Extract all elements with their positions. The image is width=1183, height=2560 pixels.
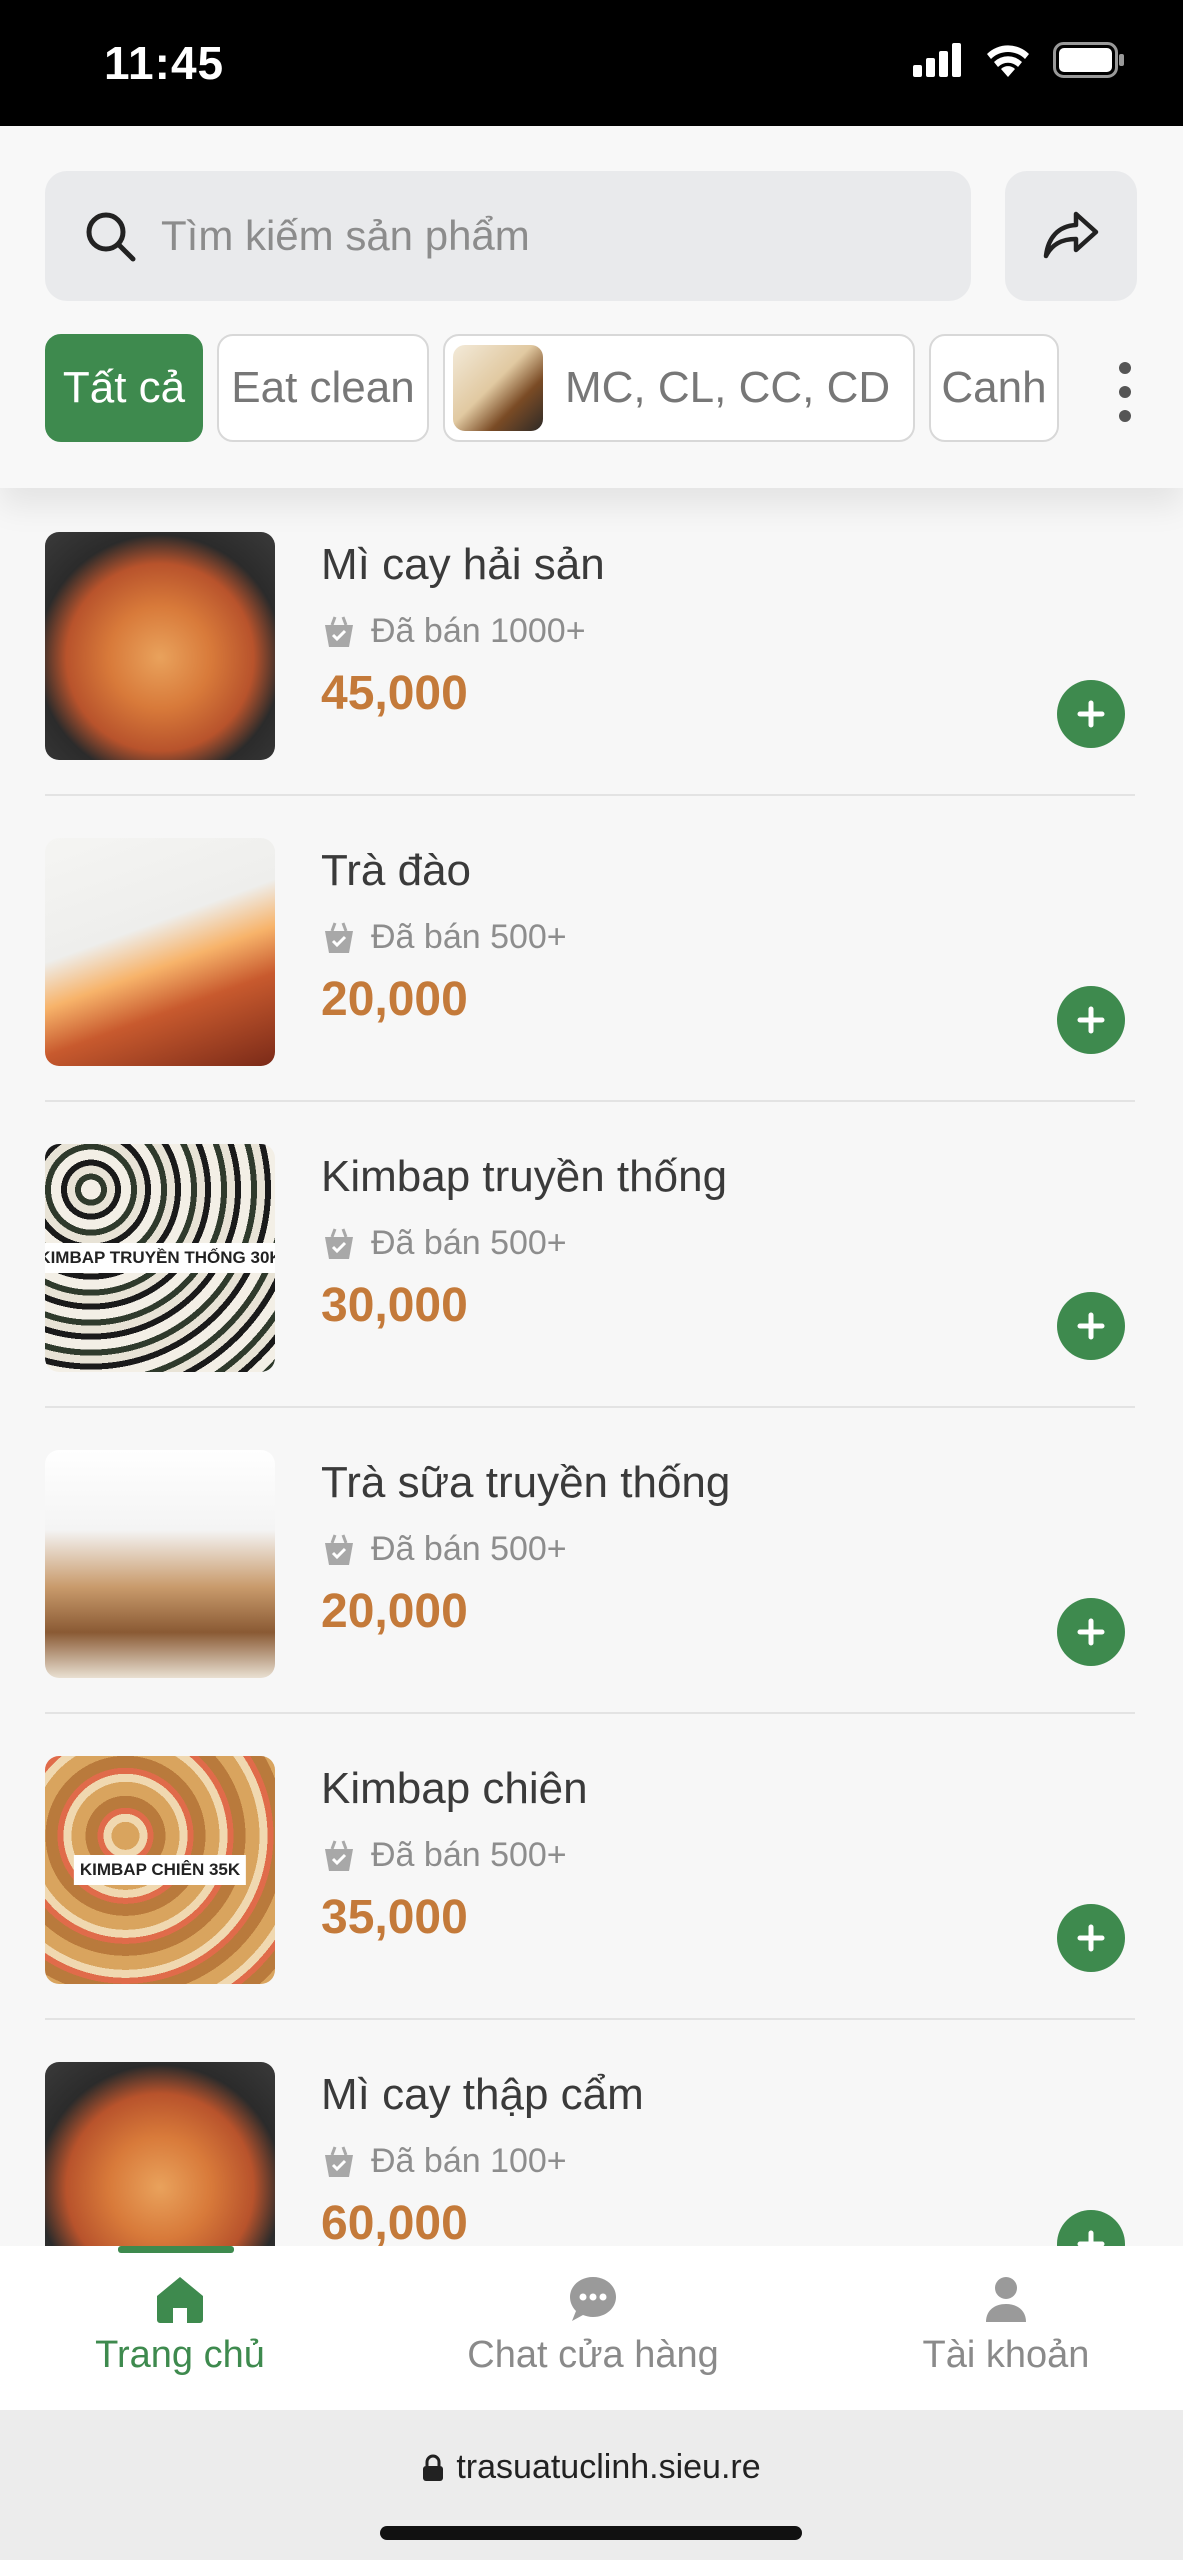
status-bar: 11:45 [0, 0, 1183, 126]
product-list: Mì cay hải sản Đã bán 1000+ 45,000 Trà đ… [0, 490, 1183, 2246]
category-tab-canh[interactable]: Canh [929, 334, 1059, 442]
category-tab-label: Eat clean [231, 363, 415, 412]
product-sold-text: Đã bán 500+ [371, 1224, 567, 1262]
status-time: 11:45 [104, 37, 225, 89]
home-indicator[interactable] [380, 2526, 802, 2540]
product-image: KIMBAP TRUYỀN THỐNG 30K [45, 1144, 275, 1372]
basket-icon [325, 921, 353, 953]
plus-icon [1077, 1924, 1105, 1952]
chat-icon [570, 2277, 616, 2321]
product-price: 35,000 [321, 1891, 468, 1944]
product-image: KIMBAP CHIÊN 35K [45, 1756, 275, 1984]
search-icon [86, 212, 136, 262]
active-tab-indicator [118, 2246, 234, 2253]
plus-icon [1077, 700, 1105, 728]
share-button[interactable] [1005, 171, 1137, 301]
product-item[interactable]: Trà đào Đã bán 500+ 20,000 [45, 796, 1135, 1102]
product-sold-text: Đã bán 500+ [371, 918, 567, 956]
product-name: Kimbap truyền thống [321, 1152, 728, 1201]
header: Tất cả Eat clean MC, CL, CC, CD Canh [0, 126, 1183, 488]
category-thumbnail [453, 345, 543, 431]
product-name: Kimbap chiên [321, 1764, 588, 1813]
nav-home[interactable]: Trang chủ [0, 2274, 377, 2377]
more-options-icon[interactable] [1107, 362, 1143, 422]
wifi-icon [987, 45, 1029, 77]
nav-account[interactable]: Tài khoản [809, 2274, 1183, 2377]
bottom-nav: Trang chủ Chat cửa hàng Tài khoản [0, 2246, 1183, 2410]
share-icon [1043, 211, 1099, 259]
product-sold-text: Đã bán 500+ [371, 1836, 567, 1874]
product-image-label: KIMBAP CHIÊN 35K [73, 1855, 247, 1885]
lock-icon [423, 2454, 444, 2481]
category-tab-mc-cl-cc-cd[interactable]: MC, CL, CC, CD [443, 334, 915, 442]
url-text: trasuatuclinh.sieu.re [456, 2448, 761, 2486]
product-image [45, 532, 275, 760]
add-to-cart-button[interactable] [1057, 1598, 1125, 1666]
category-tab-label: Canh [941, 363, 1047, 412]
plus-icon [1077, 1312, 1105, 1340]
url-bar[interactable]: trasuatuclinh.sieu.re [0, 2448, 1183, 2487]
product-price: 20,000 [321, 1585, 468, 1638]
basket-icon [325, 1839, 353, 1871]
product-item[interactable]: Trà sữa truyền thống Đã bán 500+ 20,000 [45, 1408, 1135, 1714]
product-sold: Đã bán 500+ [321, 1224, 567, 1263]
basket-icon [325, 2145, 353, 2177]
browser-bar: trasuatuclinh.sieu.re [0, 2410, 1183, 2560]
product-sold: Đã bán 100+ [321, 2142, 567, 2181]
product-image [45, 838, 275, 1066]
product-item[interactable]: Mì cay thập cẩm Đã bán 100+ 60,000 [45, 2020, 1135, 2246]
product-image [45, 2062, 275, 2246]
nav-chat[interactable]: Chat cửa hàng [396, 2274, 790, 2377]
nav-home-label: Trang chủ [95, 2334, 265, 2376]
product-name: Trà đào [321, 846, 472, 895]
battery-icon [1053, 42, 1124, 78]
product-sold-text: Đã bán 1000+ [371, 612, 586, 650]
plus-icon [1077, 1618, 1105, 1646]
signal-icon [913, 43, 961, 77]
product-sold-text: Đã bán 100+ [371, 2142, 567, 2180]
add-to-cart-button[interactable] [1057, 680, 1125, 748]
add-to-cart-button[interactable] [1057, 2210, 1125, 2246]
basket-icon [325, 1533, 353, 1565]
product-sold: Đã bán 500+ [321, 1530, 567, 1569]
plus-icon [1077, 1006, 1105, 1034]
search-box[interactable] [45, 171, 971, 301]
product-name: Mì cay hải sản [321, 540, 605, 589]
product-sold-text: Đã bán 500+ [371, 1530, 567, 1568]
add-to-cart-button[interactable] [1057, 986, 1125, 1054]
category-tab-label: Tất cả [62, 363, 186, 412]
product-sold: Đã bán 1000+ [321, 612, 586, 651]
product-image-label: KIMBAP TRUYỀN THỐNG 30K [45, 1243, 275, 1273]
product-sold: Đã bán 500+ [321, 918, 567, 957]
product-price: 60,000 [321, 2197, 468, 2246]
home-icon [157, 2277, 203, 2323]
product-item[interactable]: Mì cay hải sản Đã bán 1000+ 45,000 [45, 490, 1135, 796]
plus-icon [1077, 2230, 1105, 2246]
product-image [45, 1450, 275, 1678]
category-tab-eat-clean[interactable]: Eat clean [217, 334, 429, 442]
category-tab-label: MC, CL, CC, CD [565, 363, 891, 412]
add-to-cart-button[interactable] [1057, 1292, 1125, 1360]
search-input[interactable] [159, 211, 963, 261]
product-sold: Đã bán 500+ [321, 1836, 567, 1875]
basket-icon [325, 1227, 353, 1259]
nav-chat-label: Chat cửa hàng [467, 2334, 719, 2376]
basket-icon [325, 615, 353, 647]
add-to-cart-button[interactable] [1057, 1904, 1125, 1972]
product-price: 30,000 [321, 1279, 468, 1332]
status-icons [913, 42, 1125, 78]
category-tabs: Tất cả Eat clean MC, CL, CC, CD Canh [45, 334, 1105, 446]
product-item[interactable]: KIMBAP CHIÊN 35K Kimbap chiên Đã bán 500… [45, 1714, 1135, 2020]
product-name: Trà sữa truyền thống [321, 1458, 731, 1507]
product-price: 20,000 [321, 973, 468, 1026]
product-name: Mì cay thập cẩm [321, 2070, 644, 2119]
user-icon [986, 2277, 1026, 2322]
product-price: 45,000 [321, 667, 468, 720]
product-item[interactable]: KIMBAP TRUYỀN THỐNG 30K Kimbap truyền th… [45, 1102, 1135, 1408]
category-tab-all[interactable]: Tất cả [45, 334, 203, 442]
nav-account-label: Tài khoản [922, 2334, 1090, 2376]
